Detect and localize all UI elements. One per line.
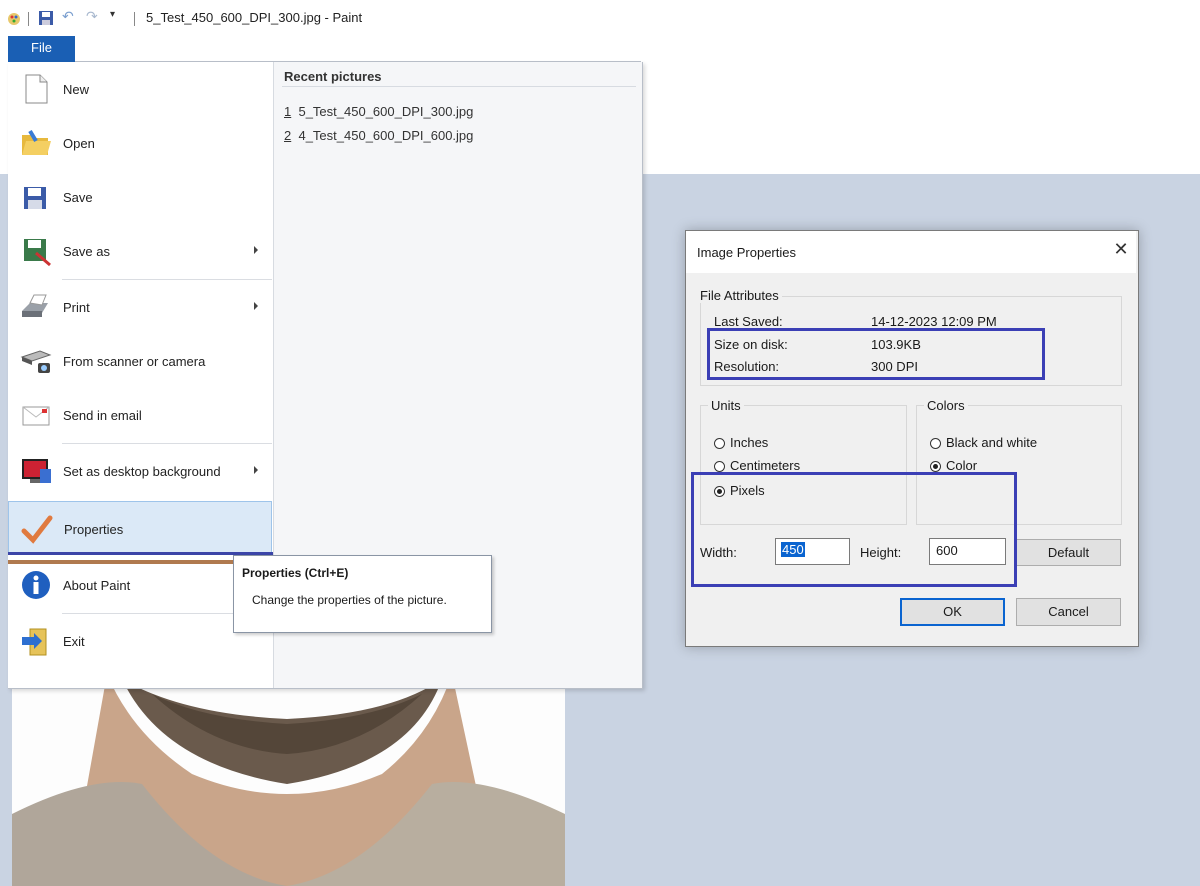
menu-item-label: New	[63, 82, 90, 97]
menu-item-label: Print	[63, 300, 90, 315]
email-icon	[22, 406, 50, 426]
menu-item-label: Properties	[64, 522, 124, 537]
customize-quick-access-icon[interactable]: ▾	[110, 9, 115, 20]
last-saved-label: Last Saved:	[714, 314, 783, 329]
tooltip-title: Properties (Ctrl+E)	[242, 566, 349, 580]
menu-item-label: Exit	[63, 634, 85, 649]
info-icon	[22, 571, 50, 599]
file-tab[interactable]: File	[8, 36, 75, 62]
floppy-disk-icon	[24, 187, 46, 209]
menu-item-send-email[interactable]: Send in email	[8, 388, 272, 442]
menu-item-label: Send in email	[63, 408, 142, 423]
undo-icon[interactable]: ↶	[62, 8, 74, 25]
scanner-icon	[20, 350, 52, 373]
properties-tooltip: Properties (Ctrl+E) Change the propertie…	[233, 555, 492, 633]
ok-button[interactable]: OK	[900, 598, 1005, 626]
last-saved-value: 14-12-2023 12:09 PM	[871, 314, 997, 329]
menu-item-properties[interactable]: Properties	[8, 501, 272, 553]
recent-picture-item[interactable]: 1 5_Test_450_600_DPI_300.jpg	[284, 104, 473, 119]
desktop-background-icon	[22, 459, 51, 483]
menu-item-label: Save	[63, 190, 93, 205]
units-legend: Units	[708, 398, 744, 413]
file-attributes-legend: File Attributes	[697, 288, 782, 303]
default-button[interactable]: Default	[1016, 539, 1121, 566]
recent-picture-name: 5_Test_450_600_DPI_300.jpg	[298, 104, 474, 119]
menu-item-new[interactable]: New	[8, 62, 272, 116]
black-and-white-radio[interactable]	[930, 438, 941, 449]
centimeters-label: Centimeters	[730, 458, 801, 473]
menu-item-save-as[interactable]: Save as	[8, 224, 272, 278]
menu-item-from-scanner[interactable]: From scanner or camera	[8, 334, 272, 388]
color-label: Color	[946, 458, 978, 473]
window-title: 5_Test_450_600_DPI_300.jpg - Paint	[146, 10, 363, 25]
menu-item-print[interactable]: Print	[8, 280, 272, 334]
black-and-white-label: Black and white	[946, 435, 1038, 450]
menu-item-label: From scanner or camera	[63, 354, 206, 369]
inches-radio[interactable]	[714, 438, 725, 449]
menu-item-label: About Paint	[63, 578, 131, 593]
checkmark-icon	[21, 515, 53, 544]
menu-item-open[interactable]: Open	[8, 116, 272, 170]
paint-app-icon[interactable]	[6, 10, 22, 26]
menu-item-save[interactable]: Save	[8, 170, 272, 224]
recent-picture-item[interactable]: 2 4_Test_450_600_DPI_600.jpg	[284, 128, 473, 143]
recent-picture-index: 1	[284, 104, 292, 119]
centimeters-radio[interactable]	[714, 461, 725, 472]
title-bar: ↶ ↷ ▾ 5_Test_450_600_DPI_300.jpg - Paint	[0, 0, 660, 34]
submenu-arrow-icon	[254, 466, 258, 474]
save-as-icon	[24, 239, 51, 267]
close-icon[interactable]: ✕	[1110, 238, 1132, 260]
size-resolution-highlight	[707, 328, 1045, 380]
menu-item-label: Set as desktop background	[63, 464, 221, 479]
submenu-arrow-icon	[254, 246, 258, 254]
cancel-button[interactable]: Cancel	[1016, 598, 1121, 626]
recent-pictures-divider	[282, 86, 636, 87]
quick-save-icon[interactable]	[38, 10, 54, 26]
exit-icon	[22, 628, 47, 656]
recent-picture-index: 2	[284, 128, 292, 143]
dialog-title: Image Properties	[697, 245, 796, 260]
color-radio[interactable]	[930, 461, 941, 472]
menu-item-set-desktop-background[interactable]: Set as desktop background	[8, 444, 272, 498]
redo-icon[interactable]: ↷	[86, 8, 98, 25]
recent-picture-name: 4_Test_450_600_DPI_600.jpg	[298, 128, 474, 143]
printer-icon	[22, 294, 48, 317]
menu-item-label: Open	[63, 136, 95, 151]
inches-label: Inches	[730, 435, 769, 450]
open-folder-icon	[22, 129, 51, 155]
recent-pictures-heading: Recent pictures	[284, 69, 382, 84]
submenu-arrow-icon	[254, 302, 258, 310]
new-document-icon	[25, 74, 48, 104]
tooltip-description: Change the properties of the picture.	[252, 593, 447, 607]
units-size-highlight	[691, 472, 1017, 587]
colors-legend: Colors	[924, 398, 968, 413]
menu-item-label: Save as	[63, 244, 110, 259]
